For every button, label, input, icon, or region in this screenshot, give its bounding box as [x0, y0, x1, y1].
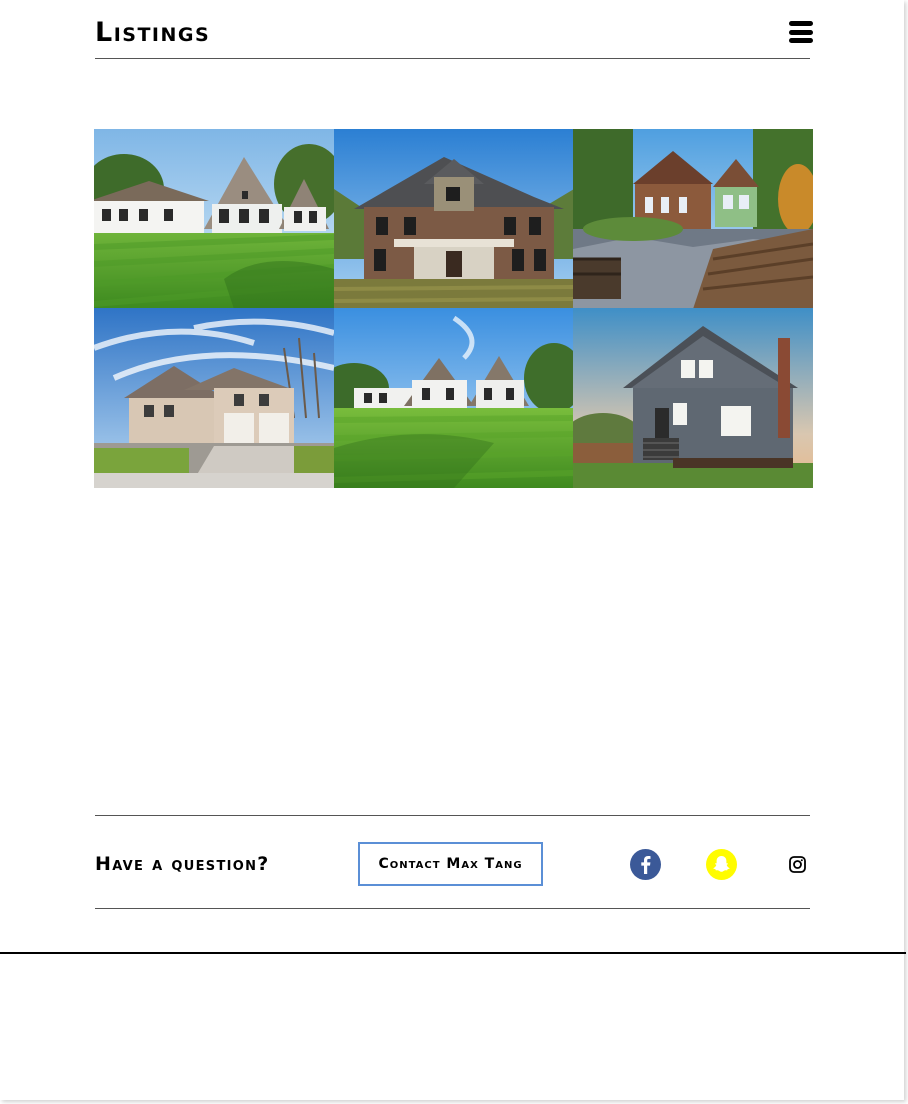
- hamburger-menu-icon[interactable]: [789, 21, 813, 43]
- white-farmhouse-photo: [94, 129, 334, 309]
- facebook-icon[interactable]: [630, 849, 661, 880]
- page: Listings Have a question? Contact Max Ta…: [0, 0, 906, 1100]
- page-title: Listings: [95, 17, 211, 48]
- listing-tile[interactable]: [573, 129, 813, 309]
- brick-two-story-house-photo: [334, 129, 574, 309]
- snapchat-icon[interactable]: [706, 849, 737, 880]
- footer-divider-top: [95, 815, 810, 816]
- listing-tile[interactable]: [334, 129, 574, 309]
- gray-bungalow-photo: [573, 308, 813, 488]
- footer-divider-bottom: [95, 908, 810, 909]
- listing-tile[interactable]: [94, 308, 334, 488]
- beige-house-garage-photo: [94, 308, 334, 488]
- listing-tile[interactable]: [573, 308, 813, 488]
- page-bottom-rule: [0, 952, 906, 954]
- listing-tile[interactable]: [94, 129, 334, 309]
- header: Listings: [95, 0, 813, 59]
- contact-button[interactable]: Contact Max Tang: [358, 842, 543, 886]
- instagram-icon[interactable]: [782, 849, 813, 880]
- listings-grid: [94, 129, 813, 488]
- question-heading: Have a question?: [95, 853, 270, 875]
- cottage-garden-photo: [573, 129, 813, 309]
- white-farmhouse-lawn-photo: [334, 308, 574, 488]
- listing-tile[interactable]: [334, 308, 574, 488]
